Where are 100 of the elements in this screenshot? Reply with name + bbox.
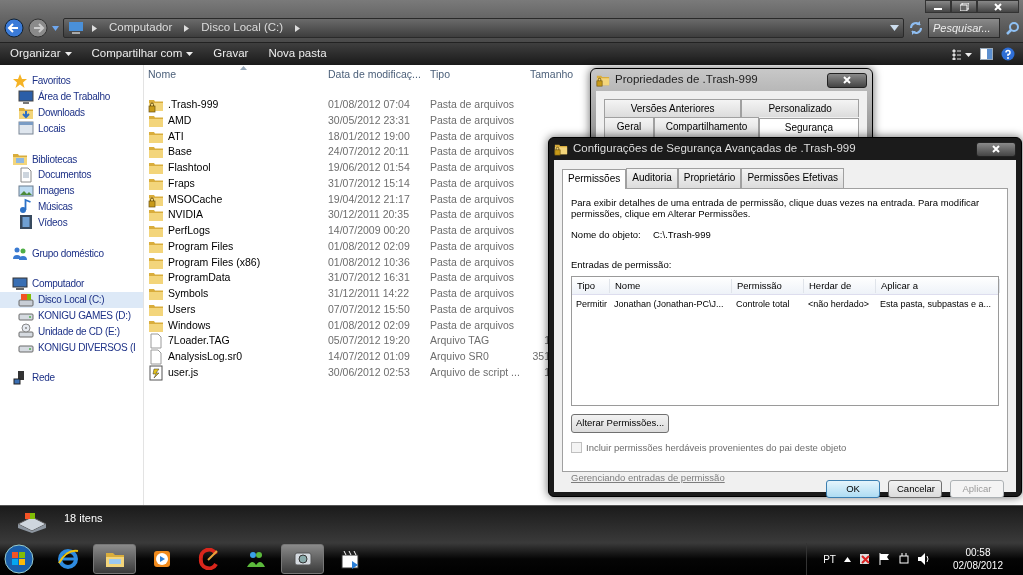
search-field[interactable]: Pesquisar... (928, 18, 1000, 38)
toolbar-button[interactable]: Nova pasta (258, 45, 337, 63)
column-header[interactable]: Tipo (572, 278, 610, 293)
file-name[interactable]: Symbols (168, 286, 209, 302)
forward-button[interactable] (28, 18, 48, 38)
sidebar-item[interactable]: Imagens (0, 182, 143, 199)
modified-date: 14/07/2009 00:20 (328, 223, 411, 239)
sidebar-item[interactable]: Unidade de CD (E:) (0, 323, 143, 340)
tab[interactable]: Segurança (759, 118, 859, 138)
restore-button[interactable] (951, 0, 977, 13)
file-name[interactable]: Program Files (x86) (168, 254, 261, 271)
sidebar-item[interactable]: Grupo doméstico (0, 245, 143, 261)
sidebar-item[interactable]: KONIGU GAMES (D:) (0, 307, 143, 324)
file-name[interactable]: NVIDIA (168, 207, 203, 224)
chevron-right-icon (295, 24, 301, 32)
close-button[interactable] (976, 141, 1016, 157)
modified-date: 01/08/2012 10:36 (328, 254, 411, 270)
dropdown-caret-icon[interactable] (890, 25, 899, 31)
file-name[interactable]: .Trash-999 (168, 97, 219, 113)
tab[interactable]: Permissões (562, 169, 627, 189)
tab[interactable]: Geral (604, 117, 655, 137)
sidebar-item[interactable]: Favoritos (0, 73, 143, 89)
sidebar-item[interactable]: Vídeos (0, 214, 143, 231)
recent-pages-caret-icon[interactable] (52, 25, 59, 31)
file-type: Pasta de arquivos (430, 175, 516, 191)
picture-icon (18, 182, 34, 199)
column-header[interactable]: Nome (610, 278, 732, 293)
column-header[interactable]: Tamanho (530, 67, 574, 83)
column-header[interactable]: Data de modificaç... (328, 67, 421, 83)
file-name[interactable]: AnalysisLog.sr0 (168, 349, 243, 365)
taskbar-button[interactable] (281, 544, 324, 574)
file-name[interactable]: ProgramData (168, 270, 231, 287)
network-warning-icon[interactable] (858, 553, 871, 565)
sidebar-item[interactable]: Músicas (0, 198, 143, 215)
power-plug-icon[interactable] (897, 553, 910, 565)
preview-pane-icon[interactable] (980, 48, 993, 60)
sidebar-item[interactable]: KONIGU DIVERSOS (I (0, 339, 143, 355)
clock[interactable]: 00:58 02/08/2012 (952, 546, 1003, 572)
toolbar-button[interactable]: Organizar (0, 45, 82, 63)
volume-icon[interactable] (917, 553, 929, 565)
close-button[interactable] (977, 0, 1019, 13)
file-name[interactable]: Program Files (168, 238, 234, 255)
tab[interactable]: Permissões Efetivas (741, 168, 844, 188)
sidebar-item[interactable]: Rede (0, 369, 143, 386)
tab[interactable]: Compartilhamento (654, 117, 759, 137)
file-name[interactable]: Base (168, 144, 192, 161)
file-name[interactable]: Users (168, 301, 196, 318)
column-header[interactable]: Tipo (430, 67, 451, 83)
script-icon[interactable] (148, 364, 164, 381)
table-cell-text: Permitir (575, 297, 608, 311)
help-icon[interactable] (1001, 47, 1015, 61)
file-name[interactable]: Fraps (168, 175, 195, 192)
column-header[interactable]: Permissão (732, 278, 804, 293)
dialog-button[interactable]: OK (826, 480, 880, 499)
taskbar-button[interactable] (93, 544, 136, 574)
sidebar-item[interactable]: Área de Trabalho (0, 88, 143, 105)
minimize-button[interactable] (925, 0, 951, 13)
sidebar-item[interactable]: Disco Local (C:) (0, 291, 143, 308)
refresh-icon[interactable] (908, 20, 924, 36)
file-name[interactable]: PerfLogs (168, 223, 211, 239)
sidebar-item[interactable]: Downloads (0, 104, 143, 121)
sidebar-item[interactable]: Documentos (0, 167, 143, 183)
file-name[interactable]: Flashtool (168, 160, 211, 176)
close-button[interactable] (827, 72, 867, 88)
tab[interactable]: Proprietário (677, 168, 742, 188)
language-indicator[interactable]: PT (823, 551, 836, 567)
item-count: 18 itens (64, 511, 103, 526)
tab[interactable]: Personalizado (741, 99, 859, 117)
file-name[interactable]: AMD (168, 112, 192, 129)
file-name[interactable]: ATI (168, 128, 184, 145)
breadcrumb-item[interactable]: Disco Local (C:) (197, 19, 288, 37)
chevron-right-icon (184, 24, 190, 32)
tab[interactable]: Versões Anteriores (604, 99, 742, 117)
file-type: Arquivo TAG (430, 333, 491, 349)
file-name[interactable]: 7Loader.TAG (168, 333, 230, 350)
locked-folder-icon[interactable] (148, 97, 164, 113)
back-button[interactable] (4, 18, 24, 38)
file-name[interactable]: Windows (168, 317, 211, 334)
column-header[interactable]: Nome (148, 67, 176, 83)
column-header[interactable]: Aplicar a (876, 278, 1000, 293)
sidebar-item[interactable]: Computador (0, 275, 143, 292)
flag-icon[interactable] (878, 553, 890, 565)
toolbar-button[interactable]: Gravar (203, 45, 259, 63)
change-permissions-button[interactable]: Alterar Permissões... (571, 414, 669, 433)
breadcrumb-item[interactable]: Computador (105, 19, 177, 37)
file-name[interactable]: MSOCache (168, 191, 223, 208)
modified-date: 24/07/2012 20:11 (328, 144, 410, 160)
search-icon[interactable] (1006, 21, 1019, 35)
start-button[interactable] (4, 544, 34, 574)
column-header[interactable]: Herdar de (804, 278, 876, 293)
view-options-icon[interactable] (952, 48, 972, 60)
dialog-button[interactable]: Cancelar (888, 480, 942, 499)
file-type: Pasta de arquivos (430, 238, 516, 254)
sidebar-item[interactable]: Bibliotecas (0, 151, 143, 167)
file-name[interactable]: user.js (168, 364, 199, 381)
sidebar-item[interactable]: Locais (0, 120, 143, 137)
tab[interactable]: Auditoria (626, 168, 678, 188)
show-hidden-icons-icon[interactable] (843, 556, 851, 562)
toolbar-button[interactable]: Compartilhar com (81, 45, 204, 63)
address-bar[interactable]: Computador Disco Local (C:) (63, 18, 904, 38)
